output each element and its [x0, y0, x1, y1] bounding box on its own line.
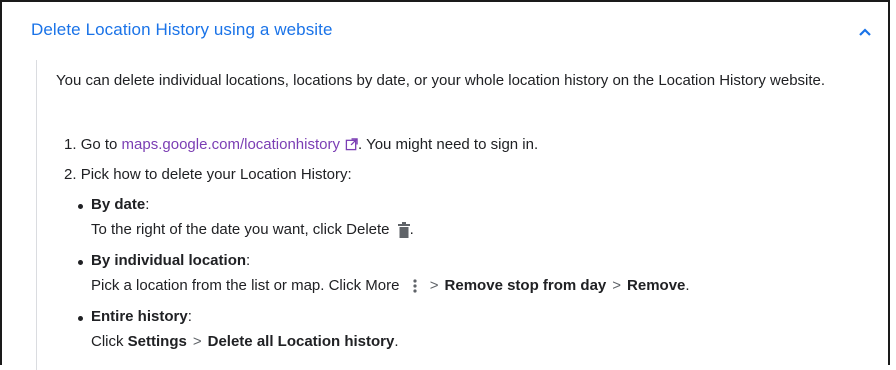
step-text: Pick how to delete your Location History… [80, 166, 352, 183]
accordion-header[interactable]: Delete Location History using a website [2, 2, 888, 54]
menu-path-item: Settings [127, 333, 187, 350]
path-separator: > [612, 277, 622, 294]
period: . [409, 221, 414, 238]
option-description: To the right of the date you want, click… [91, 221, 390, 238]
step-1: 1. Go to maps.google.com/locationhistory… [64, 136, 538, 153]
more-vert-icon [413, 279, 417, 293]
chevron-up-icon[interactable] [857, 26, 873, 38]
option-by-location-title: By individual location: [91, 252, 250, 269]
bullet-dot [78, 204, 83, 209]
accordion-title[interactable]: Delete Location History using a website [31, 20, 333, 40]
bullet-dot [78, 316, 83, 321]
option-title: Entire history [91, 308, 188, 325]
option-entire-history-description: Click Settings > Delete all Location histo… [91, 333, 399, 350]
path-separator: > [192, 333, 202, 350]
menu-path-item: Delete all Location history [207, 333, 395, 350]
step-2: 2. Pick how to delete your Location Hist… [64, 166, 352, 183]
step-text-suffix: . You might need to sign in. [358, 136, 539, 153]
option-by-date-title: By date: [91, 196, 149, 213]
external-link-icon[interactable] [345, 138, 358, 151]
accordion-content: You can delete individual locations, loc… [36, 60, 867, 370]
option-entire-history-title: Entire history: [91, 308, 192, 325]
option-title: By date [91, 196, 146, 213]
step-text: Go to [80, 136, 118, 153]
help-article-panel: Delete Location History using a website … [0, 0, 890, 370]
step-number: 1. [64, 136, 77, 153]
period: . [394, 333, 399, 350]
trash-icon [397, 222, 410, 239]
colon: : [187, 308, 192, 325]
menu-path-item: Remove [627, 277, 686, 294]
intro-paragraph: You can delete individual locations, loc… [56, 72, 826, 89]
menu-path-item: Remove stop from day [444, 277, 607, 294]
option-description: Click [91, 333, 124, 350]
option-title: By individual location [91, 252, 247, 269]
colon: : [246, 252, 251, 269]
location-history-link[interactable]: maps.google.com/locationhistory [122, 136, 340, 153]
bullet-dot [78, 260, 83, 265]
option-description: Pick a location from the list or map. Cl… [91, 277, 400, 294]
path-separator: > [429, 277, 439, 294]
option-by-location-description: Pick a location from the list or map. Cl… [91, 277, 690, 294]
period: . [685, 277, 690, 294]
option-by-date-description: To the right of the date you want, click… [91, 221, 414, 239]
colon: : [145, 196, 150, 213]
step-number: 2. [64, 166, 77, 183]
